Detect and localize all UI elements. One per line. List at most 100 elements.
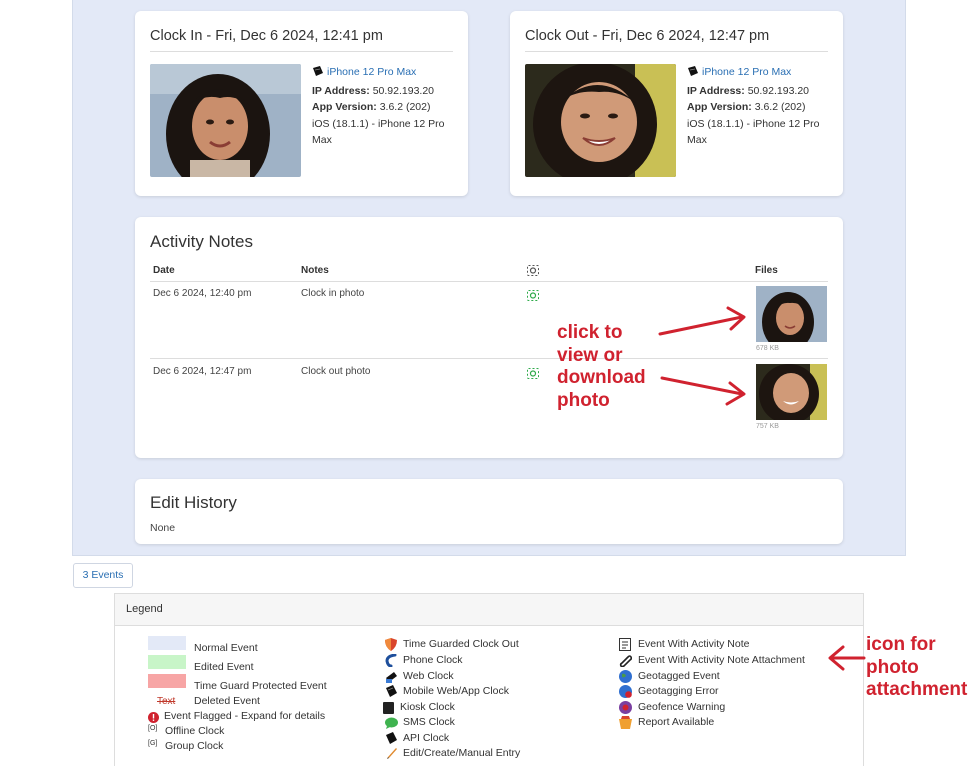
legend-label: Geotagging Error: [638, 685, 719, 697]
flag-alert-icon: [148, 710, 161, 723]
shield-icon: [385, 638, 398, 651]
clock-in-app-version: 3.6.2 (202): [379, 101, 431, 113]
globe-error-icon: [619, 685, 632, 698]
note-icon: [619, 638, 632, 651]
activity-notes-card: Activity Notes Date Notes Files Dec 6 20…: [135, 217, 843, 458]
clock-in-ip: 50.92.193.20: [372, 84, 435, 97]
events-count-button[interactable]: 3 Events: [73, 563, 133, 588]
legend-title: Legend: [115, 594, 863, 626]
clock-in-title: Clock In - Fri, Dec 6 2024, 12:41 pm: [150, 28, 383, 44]
mobile-icon: [687, 66, 699, 83]
clock-out-app-version: 3.6.2 (202): [754, 101, 806, 113]
normal-event-swatch: [148, 636, 186, 650]
legend-label: Geofence Warning: [638, 701, 726, 713]
geolocation-icon[interactable]: [527, 288, 539, 306]
sms-icon: [385, 716, 398, 729]
legend-label: Event Flagged - Expand for details: [164, 710, 326, 722]
ip-label: IP Address:: [312, 84, 370, 97]
clock-out-device-link[interactable]: iPhone 12 Pro Max: [702, 66, 791, 78]
annotation-line: photo: [866, 656, 919, 678]
column-header-notes: Notes: [301, 265, 329, 276]
ip-label: IP Address:: [687, 84, 745, 97]
edit-history-value: None: [150, 522, 176, 534]
clock-in-info: iPhone 12 Pro Max IP Address: 50.92.193.…: [312, 64, 452, 149]
note-text: Clock out photo: [301, 366, 371, 377]
legend-label: Web Clock: [403, 670, 454, 682]
group-mark: [G]: [148, 740, 158, 747]
legend-label: SMS Clock: [403, 716, 455, 728]
annotation-line: photo: [557, 389, 610, 411]
deleted-text-sample: Text: [157, 696, 176, 707]
divider: [525, 51, 828, 52]
photo-annotation: click to view or download photo: [557, 322, 646, 412]
legend-label: Event With Activity Note: [638, 638, 750, 650]
mobile-icon: [385, 685, 398, 698]
note-date: Dec 6 2024, 12:40 pm: [153, 288, 252, 299]
legend-label: Edit/Create/Manual Entry: [403, 747, 521, 759]
column-header-files: Files: [755, 265, 778, 276]
legend-label: Geotagged Event: [638, 670, 720, 682]
pencil-icon: [385, 747, 398, 760]
clock-in-card: Clock In - Fri, Dec 6 2024, 12:41 pm iPh…: [135, 11, 468, 196]
file-thumbnail-clock-out[interactable]: [756, 364, 827, 420]
report-icon: [619, 716, 632, 729]
legend-label: Phone Clock: [403, 654, 463, 666]
legend-label: Deleted Event: [194, 695, 260, 707]
edited-event-swatch: [148, 655, 186, 669]
legend-label: Kiosk Clock: [400, 701, 455, 713]
table-row: Dec 6 2024, 12:40 pm Clock in photo 678 …: [150, 282, 828, 359]
divider: [150, 51, 453, 52]
annotation-line: icon for: [866, 634, 936, 655]
clock-out-photo[interactable]: [525, 64, 676, 177]
legend-label: Edited Event: [194, 661, 254, 673]
table-row: Dec 6 2024, 12:47 pm Clock out photo 757…: [150, 360, 828, 437]
annotation-line: view or: [557, 344, 623, 366]
paperclip-icon: [619, 654, 633, 668]
time-guard-swatch: [148, 674, 186, 688]
legend-label: Mobile Web/App Clock: [403, 685, 510, 697]
geolocation-column-icon: [527, 265, 539, 279]
legend-label: Group Clock: [165, 740, 224, 752]
kiosk-icon: [383, 701, 396, 714]
event-detail-panel: Clock In - Fri, Dec 6 2024, 12:41 pm iPh…: [72, 0, 906, 556]
legend-label: Normal Event: [194, 642, 258, 654]
clock-out-title: Clock Out - Fri, Dec 6 2024, 12:47 pm: [525, 28, 770, 44]
note-text: Clock in photo: [301, 288, 365, 299]
legend-label: Event With Activity Note Attachment: [638, 654, 805, 666]
edit-history-card: Edit History None: [135, 479, 843, 544]
geofence-icon: [619, 701, 632, 714]
file-thumbnail-clock-in[interactable]: [756, 286, 827, 342]
clock-out-card: Clock Out - Fri, Dec 6 2024, 12:47 pm iP…: [510, 11, 843, 196]
clock-out-info: iPhone 12 Pro Max IP Address: 50.92.193.…: [687, 64, 827, 149]
api-icon: [385, 732, 398, 745]
column-header-date: Date: [153, 265, 175, 276]
note-date: Dec 6 2024, 12:47 pm: [153, 366, 252, 377]
legend-label: Report Available: [638, 716, 715, 728]
geolocation-icon[interactable]: [527, 366, 539, 384]
file-size: 757 KB: [756, 423, 779, 430]
edit-history-title: Edit History: [150, 493, 237, 512]
legend-panel: Legend Normal Event Edited Event Time Gu…: [114, 593, 864, 766]
legend-label: Time Guarded Clock Out: [403, 638, 519, 650]
mobile-icon: [312, 66, 324, 83]
clock-in-os: iOS (18.1.1) - iPhone 12 Pro Max: [312, 117, 445, 147]
annotation-line: click to: [557, 322, 623, 343]
web-icon: [385, 670, 398, 683]
clock-out-os: iOS (18.1.1) - iPhone 12 Pro Max: [687, 117, 820, 147]
clock-out-ip: 50.92.193.20: [747, 84, 810, 97]
annotation-line: attachment: [866, 679, 968, 700]
file-size: 678 KB: [756, 345, 779, 352]
legend-label: Time Guard Protected Event: [194, 680, 327, 692]
app-version-label: App Version:: [687, 101, 752, 113]
activity-notes-title: Activity Notes: [150, 232, 253, 251]
clock-in-device-link[interactable]: iPhone 12 Pro Max: [327, 66, 416, 78]
phone-icon: [385, 653, 398, 668]
legend-label: API Clock: [403, 732, 450, 744]
globe-icon: [619, 670, 632, 683]
clock-in-photo[interactable]: [150, 64, 301, 177]
app-version-label: App Version:: [312, 101, 377, 113]
offline-mark: [O]: [148, 725, 158, 732]
annotation-line: download: [557, 367, 646, 388]
legend-label: Offline Clock: [165, 725, 225, 737]
icon-annotation: icon for photo attachment: [866, 634, 967, 702]
